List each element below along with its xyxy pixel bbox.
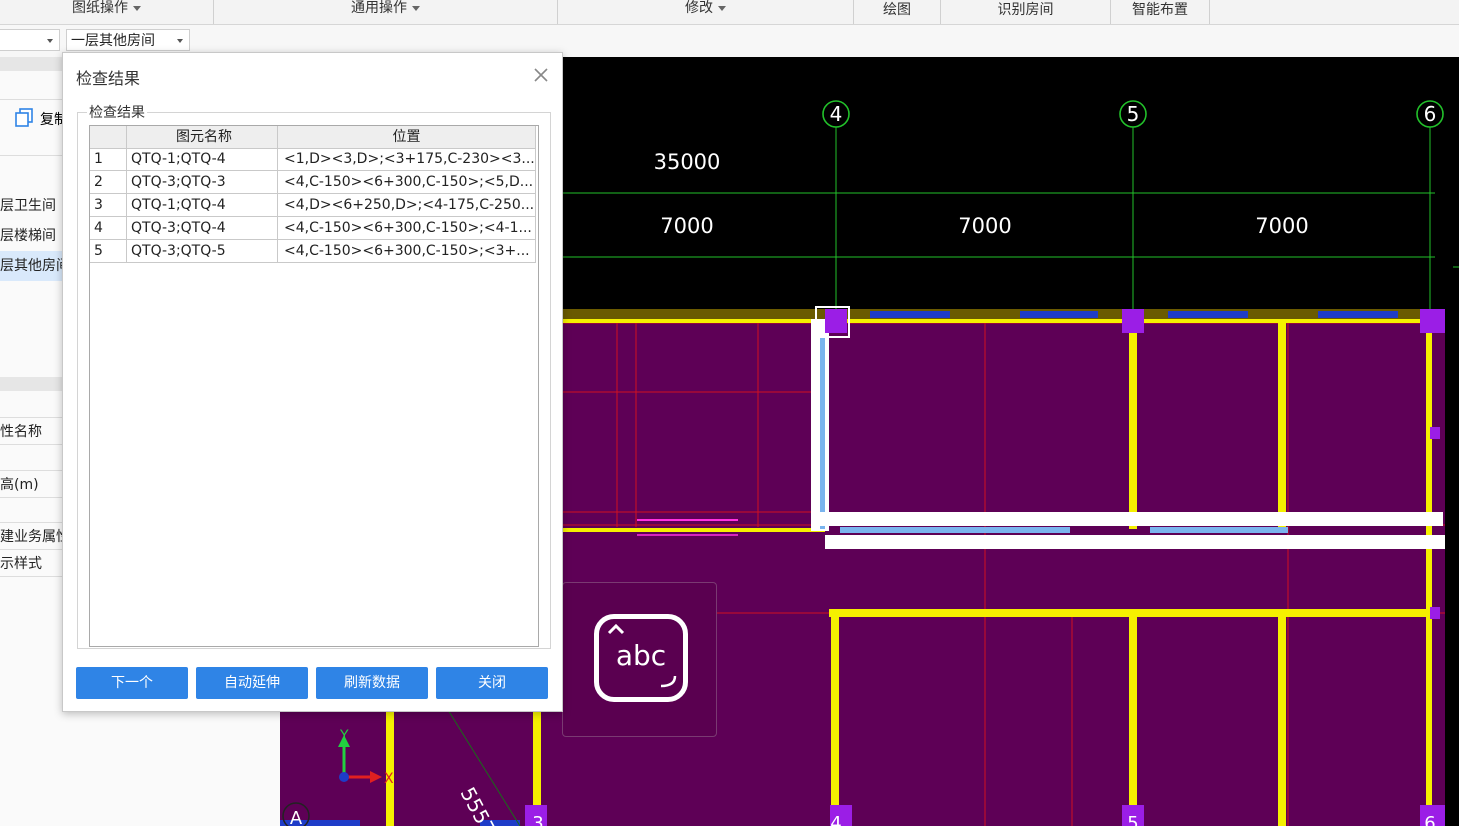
- row-position: <4,D><6+250,D>;<4-175,C-250...: [278, 194, 536, 217]
- tree-item-other-room[interactable]: 层其他房间: [0, 251, 62, 281]
- tree-item-bathroom[interactable]: 层卫生间: [0, 191, 62, 221]
- tree-item-label: 层楼梯间: [0, 228, 56, 244]
- prop-label: 示样式: [0, 556, 42, 572]
- results-table[interactable]: 图元名称 位置 1 QTQ-1;QTQ-4 <1,D><3,D>;<3+175,…: [89, 125, 539, 647]
- column-header-index[interactable]: [90, 126, 127, 149]
- ucs-y-label: Y: [339, 728, 349, 744]
- divider: [0, 444, 62, 445]
- ribbon-group-smart-layout[interactable]: 智能布置: [1111, 0, 1210, 24]
- caret-up-icon: [607, 623, 625, 635]
- ribbon-group-label: 修改: [685, 0, 713, 16]
- prop-height: 高(m): [0, 470, 62, 500]
- ribbon-group-label: 识别房间: [997, 2, 1054, 18]
- chevron-down-icon: [718, 5, 726, 11]
- row-name: QTQ-3;QTQ-4: [127, 217, 278, 240]
- ribbon-group-common-ops[interactable]: 通用操作: [214, 0, 558, 24]
- axis-label: 5: [1127, 813, 1138, 826]
- check-results-dialog: 检查结果 检查结果 图元名称 位置 1 QTQ-1;QTQ-4 <1,D><3,…: [62, 52, 563, 712]
- ribbon-group-label: 智能布置: [1132, 2, 1188, 18]
- dim-span-text: 7000: [958, 214, 1011, 238]
- prop-label: 建业务属性: [0, 529, 62, 545]
- row-position: <1,D><3,D>;<3+175,C-230><3...: [278, 148, 536, 171]
- panel-header: [0, 57, 62, 71]
- axis-label: 4: [830, 813, 841, 826]
- prop-name: 性名称: [0, 417, 62, 447]
- component-combo[interactable]: 一层其他房间: [66, 29, 190, 51]
- row-index: 1: [90, 148, 127, 171]
- next-button[interactable]: 下一个: [76, 667, 188, 699]
- refresh-data-button[interactable]: 刷新数据: [316, 667, 428, 699]
- prop-label: 高(m): [0, 477, 39, 493]
- axis-label: A: [290, 808, 303, 826]
- ribbon-group-label: 通用操作: [351, 0, 407, 16]
- ucs-x-label: X: [384, 771, 394, 787]
- axis-label: 3: [532, 813, 543, 826]
- dim-span-text: 7000: [660, 214, 713, 238]
- prop-label: 性名称: [0, 424, 42, 440]
- panel-header: [0, 377, 62, 391]
- ribbon-group-label: 图纸操作: [72, 0, 128, 16]
- row-position: <4,C-150><6+300,C-150>;<3+...: [278, 240, 536, 263]
- row-position: <4,C-150><6+300,C-150>;<4-1...: [278, 217, 536, 240]
- row-index: 2: [90, 171, 127, 194]
- row-name: QTQ-3;QTQ-5: [127, 240, 278, 263]
- axis-label: 6: [1424, 102, 1437, 126]
- ime-mode-text: abc: [615, 639, 667, 672]
- ime-curve-icon: [660, 675, 677, 688]
- copy-icon: [15, 108, 33, 127]
- divider: [0, 155, 62, 156]
- divider: [0, 99, 62, 100]
- row-index: 5: [90, 240, 127, 263]
- divider: [0, 576, 62, 577]
- ribbon-group-modify[interactable]: 修改: [558, 0, 854, 24]
- axis-label: 6: [1424, 813, 1435, 826]
- dialog-title: 检查结果: [76, 69, 141, 88]
- dim-total-text: 35000: [654, 150, 721, 174]
- groupbox-label: 检查结果: [87, 102, 147, 122]
- column-header-name[interactable]: 图元名称: [127, 126, 278, 149]
- tree-item-label: 层其他房间: [0, 258, 62, 274]
- chevron-down-icon: [177, 39, 183, 43]
- keyboard-icon: abc: [594, 614, 688, 702]
- axis-label: 4: [830, 102, 843, 126]
- chevron-down-icon: [412, 5, 420, 11]
- close-button[interactable]: 关闭: [436, 667, 548, 699]
- auto-extend-button[interactable]: 自动延伸: [196, 667, 308, 699]
- ribbon-group-draw[interactable]: 绘图: [854, 0, 941, 24]
- dim-span-text: 7000: [1255, 214, 1308, 238]
- row-name: QTQ-1;QTQ-4: [127, 194, 278, 217]
- row-index: 4: [90, 217, 127, 240]
- tree-item-label: 层卫生间: [0, 198, 56, 214]
- divider: [0, 497, 62, 498]
- ribbon-group-identify-room[interactable]: 识别房间: [941, 0, 1111, 24]
- column-header-position[interactable]: 位置: [278, 126, 536, 149]
- prop-business: 建业务属性: [0, 522, 62, 552]
- row-position: <4,C-150><6+300,C-150>;<5,D...: [278, 171, 536, 194]
- close-icon[interactable]: [531, 65, 551, 85]
- ribbon-group-label: 绘图: [883, 2, 911, 18]
- axis-label: 5: [1127, 102, 1140, 126]
- ime-indicator: abc: [562, 582, 717, 737]
- floor-combo[interactable]: [0, 29, 60, 51]
- component-combo-value: 一层其他房间: [71, 33, 155, 49]
- ribbon-group-drawing-ops[interactable]: 图纸操作: [0, 0, 214, 24]
- chevron-down-icon: [133, 5, 141, 11]
- ribbon-bar: 图纸操作 通用操作 修改 绘图 识别房间 智能布置: [0, 0, 1459, 25]
- tree-item-stairwell[interactable]: 层楼梯间: [0, 221, 62, 251]
- row-name: QTQ-1;QTQ-4: [127, 148, 278, 171]
- row-index: 3: [90, 194, 127, 217]
- prop-style: 示样式: [0, 549, 62, 579]
- chevron-down-icon: [47, 39, 53, 43]
- row-name: QTQ-3;QTQ-3: [127, 171, 278, 194]
